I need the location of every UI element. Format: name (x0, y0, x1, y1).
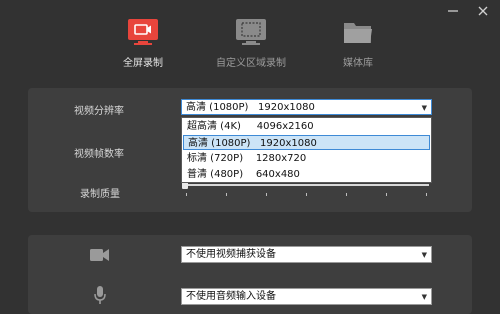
resolution-label: 视频分辨率 (74, 106, 124, 117)
close-icon (478, 6, 488, 16)
slider-tick (266, 193, 267, 196)
slider-tick (386, 193, 387, 196)
resolution-option[interactable]: 高清 (1080P) 1920x1080 (183, 135, 430, 150)
quality-label: 录制质量 (80, 189, 120, 200)
camera-select-value: 不使用视频捕获设备 (186, 249, 276, 260)
close-button[interactable] (474, 5, 492, 19)
chevron-down-icon: ▼ (421, 293, 427, 301)
tab-media-library[interactable]: 媒体库 (303, 14, 413, 69)
slider-tick (426, 193, 427, 196)
minimize-icon (448, 10, 458, 12)
slider-tick (306, 193, 307, 196)
slider-tick (186, 193, 187, 196)
resolution-option[interactable]: 超高清 (4K) 4096x2160 (183, 119, 430, 134)
tab-region-record[interactable]: 自定义区域录制 (196, 14, 306, 69)
resolution-option[interactable]: 标清 (720P) 1280x720 (183, 151, 430, 166)
resolution-select[interactable]: 高清 (1080P) 1920x1080 ▼ (181, 99, 432, 115)
resolution-dropdown-list: 超高清 (4K) 4096x2160 高清 (1080P) 1920x1080 … (181, 117, 432, 183)
quality-slider-track[interactable] (185, 184, 429, 186)
slider-tick (346, 193, 347, 196)
camera-select[interactable]: 不使用视频捕获设备 ▼ (181, 246, 432, 263)
minimize-button[interactable] (444, 5, 462, 19)
fullscreen-record-icon (128, 19, 158, 45)
tab-label: 全屏录制 (123, 58, 163, 69)
region-record-icon (236, 19, 266, 45)
tab-label: 自定义区域录制 (216, 58, 286, 69)
slider-tick (226, 193, 227, 196)
tab-fullscreen-record[interactable]: 全屏录制 (88, 14, 198, 69)
tab-label: 媒体库 (343, 58, 373, 69)
folder-icon (344, 23, 372, 43)
microphone-select[interactable]: 不使用音频输入设备 ▼ (181, 288, 432, 305)
resolution-select-value: 高清 (1080P) 1920x1080 (186, 102, 315, 113)
resolution-option[interactable]: 普清 (480P) 640x480 (183, 167, 430, 182)
framerate-label: 视频帧数率 (74, 149, 124, 160)
chevron-down-icon: ▼ (421, 251, 427, 259)
camera-icon (90, 249, 109, 261)
chevron-down-icon: ▼ (421, 104, 427, 112)
microphone-select-value: 不使用音频输入设备 (186, 291, 276, 302)
microphone-icon (94, 286, 106, 304)
